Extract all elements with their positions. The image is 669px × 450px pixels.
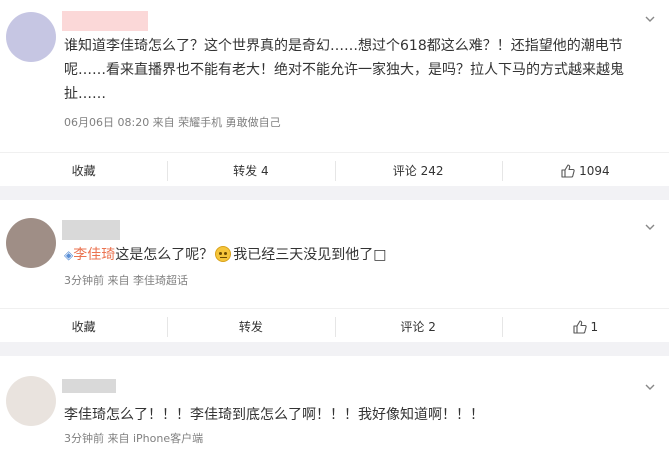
post-text-after: 我已经三天没见到他了□ xyxy=(233,247,387,263)
avatar[interactable] xyxy=(6,12,56,62)
post-text: ◈李佳琦这是怎么了呢？ 我已经三天没见到他了□ xyxy=(64,243,649,267)
thumbs-up-icon xyxy=(561,163,575,178)
repost-button[interactable]: 转发 4 xyxy=(167,160,334,181)
like-button[interactable]: 1 xyxy=(501,316,669,337)
comment-label: 评论 242 xyxy=(392,164,444,178)
username-redacted[interactable] xyxy=(62,379,116,393)
comment-button[interactable]: 评论 2 xyxy=(334,316,502,337)
chevron-down-icon[interactable] xyxy=(643,380,657,394)
comment-button[interactable]: 评论 242 xyxy=(334,160,502,181)
thumbs-up-icon xyxy=(572,319,587,334)
avatar[interactable] xyxy=(6,218,56,268)
username-redacted[interactable] xyxy=(62,220,120,240)
action-bar: 收藏 转发 评论 2 1 xyxy=(0,308,669,344)
super-topic-icon: ◈ xyxy=(64,248,74,262)
comment-label: 评论 2 xyxy=(400,320,436,334)
collect-button[interactable]: 收藏 xyxy=(0,161,167,181)
chevron-down-icon[interactable] xyxy=(643,12,657,26)
like-button[interactable]: 1094 xyxy=(501,160,669,181)
post-meta: 3分钟前 来自 iPhone客户端 xyxy=(64,432,204,445)
post-meta: 3分钟前 来自 李佳琦超话 xyxy=(64,274,188,287)
username-redacted[interactable] xyxy=(62,11,148,31)
collect-label: 收藏 xyxy=(71,320,96,334)
like-count: 1 xyxy=(590,319,599,334)
chevron-down-icon[interactable] xyxy=(643,220,657,234)
post-text: 李佳琦怎么了！！！李佳琦到底怎么了啊！！！我好像知道啊！！！ xyxy=(64,407,484,423)
mention-link[interactable]: 李佳琦 xyxy=(73,247,115,263)
repost-label: 转发 4 xyxy=(233,164,269,178)
repost-label: 转发 xyxy=(238,320,263,334)
like-count: 1094 xyxy=(579,163,610,178)
avatar[interactable] xyxy=(6,376,56,426)
post-card-2: ◈李佳琦这是怎么了呢？ 我已经三天没见到他了□ 3分钟前 来自 李佳琦超话 收藏 … xyxy=(0,200,669,342)
collect-label: 收藏 xyxy=(71,164,96,178)
post-card-3: 李佳琦怎么了！！！李佳琦到底怎么了啊！！！我好像知道啊！！！ 3分钟前 来自 i… xyxy=(0,356,669,450)
collect-button[interactable]: 收藏 xyxy=(0,317,167,337)
post-text-main: 这是怎么了呢？ xyxy=(115,247,214,263)
thinking-emoji-icon xyxy=(215,246,232,262)
post-card-1: 谁知道李佳琦怎么了？这个世界真的是奇幻……想过个618都这么难？！还指望他的潮电… xyxy=(0,0,669,186)
post-text: 谁知道李佳琦怎么了？这个世界真的是奇幻……想过个618都这么难？！还指望他的潮电… xyxy=(64,38,624,102)
repost-button[interactable]: 转发 xyxy=(167,316,334,337)
post-meta: 06月06日 08:20 来自 荣耀手机 勇敢做自己 xyxy=(64,116,281,129)
action-bar: 收藏 转发 4 评论 242 1094 xyxy=(0,152,669,188)
